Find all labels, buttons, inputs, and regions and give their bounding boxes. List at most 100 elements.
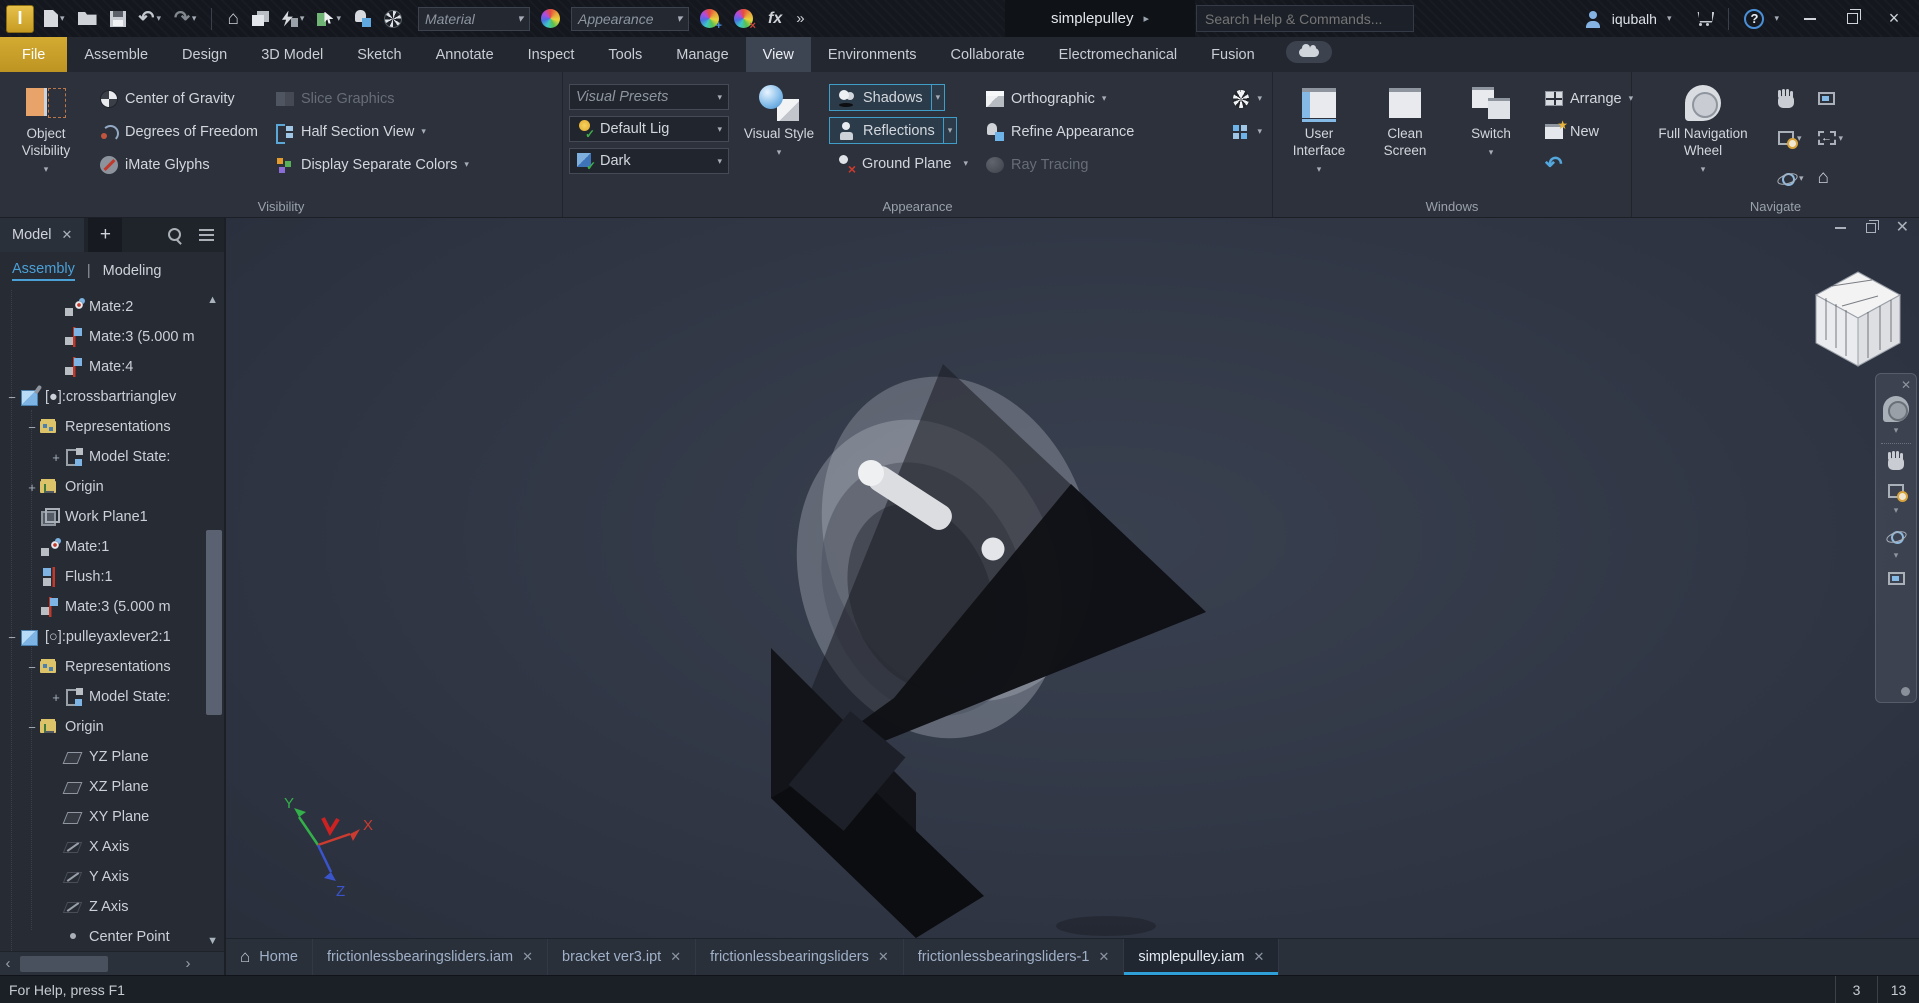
- add-panel-button[interactable]: +: [88, 218, 122, 252]
- menu-tab-tools[interactable]: Tools: [591, 37, 659, 72]
- doc-tab-simplepulley-iam[interactable]: simplepulley.iam✕: [1124, 939, 1279, 975]
- undo-view-icon-button[interactable]: ↶: [1541, 150, 1637, 179]
- zoom-window-icon[interactable]: [1888, 484, 1904, 498]
- pan-hand-icon[interactable]: [1888, 458, 1904, 470]
- model-panel-tab[interactable]: Model ✕: [0, 218, 84, 252]
- menu-tab-electromechanical[interactable]: Electromechanical: [1042, 37, 1194, 72]
- menu-tab-sketch[interactable]: Sketch: [340, 37, 418, 72]
- username-label[interactable]: iqubalh: [1612, 11, 1657, 27]
- cart-icon[interactable]: [1695, 12, 1713, 26]
- scrollbar-thumb[interactable]: [20, 956, 108, 972]
- visual-presets-dropdown[interactable]: Visual Presets ▾: [569, 84, 729, 110]
- tree-row-mate-2[interactable]: Mate:2: [0, 292, 224, 322]
- tree-expander[interactable]: −: [24, 420, 40, 435]
- close-icon[interactable]: ✕: [670, 949, 681, 965]
- tree-row-representations[interactable]: −Representations: [0, 652, 224, 682]
- tree-row-mate-4[interactable]: Mate:4: [0, 352, 224, 382]
- tree-row-origin[interactable]: +Origin: [0, 472, 224, 502]
- menu-tab-file[interactable]: File: [0, 37, 67, 72]
- scrollbar-thumb[interactable]: [206, 530, 222, 715]
- ground-plane-toggle-main[interactable]: Ground Plane: [829, 150, 959, 177]
- tree-row-y-axis[interactable]: Y Axis: [0, 862, 224, 892]
- ground-plane-toggle[interactable]: Ground Plane▾: [829, 150, 972, 177]
- navbar-close-icon[interactable]: ✕: [1901, 378, 1911, 392]
- shadows-toggle[interactable]: Shadows▾: [829, 84, 972, 111]
- clear-appearance-icon[interactable]: [734, 9, 753, 28]
- tree-row-yz-plane[interactable]: YZ Plane: [0, 742, 224, 772]
- menu-tab-collaborate[interactable]: Collaborate: [934, 37, 1042, 72]
- menu-tab-assemble[interactable]: Assemble: [67, 37, 165, 72]
- user-interface-button[interactable]: User Interface▾: [1279, 80, 1359, 195]
- new-button[interactable]: New: [1541, 117, 1637, 146]
- tree-row-model-state[interactable]: +Model State:: [0, 682, 224, 712]
- menu-tab-annotate[interactable]: Annotate: [419, 37, 511, 72]
- home-button[interactable]: ⌂: [224, 7, 241, 31]
- tree-vertical-scrollbar[interactable]: [204, 530, 222, 927]
- chevron-down-icon[interactable]: ▾: [1667, 13, 1672, 24]
- close-icon[interactable]: ✕: [62, 227, 73, 243]
- scroll-right-icon[interactable]: ›: [180, 955, 196, 972]
- refine-appearance-button[interactable]: Refine Appearance▾: [982, 117, 1266, 146]
- orthographic-button[interactable]: Orthographic▾▾: [982, 84, 1266, 113]
- doc-tab-bracket-ver3-ipt[interactable]: bracket ver3.ipt✕: [548, 939, 696, 975]
- search-icon[interactable]: [167, 227, 183, 243]
- full-navigation-wheel-button[interactable]: Full Navigation Wheel ▾: [1638, 80, 1768, 195]
- tree-row-origin[interactable]: −Origin: [0, 712, 224, 742]
- tree-row-model-state[interactable]: +Model State:: [0, 442, 224, 472]
- style-dropdown[interactable]: Dark ▾: [569, 148, 729, 174]
- app-logo-icon[interactable]: I: [6, 5, 34, 33]
- tree-expander[interactable]: +: [48, 450, 64, 465]
- model-canvas[interactable]: Y X Z: [226, 218, 1917, 938]
- tree-row-x-axis[interactable]: X Axis: [0, 832, 224, 862]
- tree-row-representations[interactable]: −Representations: [0, 412, 224, 442]
- cloud-button[interactable]: [1286, 41, 1332, 63]
- tree-row-xz-plane[interactable]: XZ Plane: [0, 772, 224, 802]
- select-button[interactable]: ▾: [314, 8, 344, 30]
- menu-tab-environments[interactable]: Environments: [811, 37, 934, 72]
- color-wheel-icon[interactable]: [541, 9, 560, 28]
- reflections-toggle-caret[interactable]: ▾: [944, 117, 958, 144]
- menu-tab-manage[interactable]: Manage: [659, 37, 745, 72]
- doc-close-icon[interactable]: ✕: [1896, 222, 1909, 234]
- chevron-down-icon[interactable]: ▾: [1774, 13, 1779, 24]
- tree-row-center-point[interactable]: Center Point: [0, 922, 224, 951]
- help-icon[interactable]: ?: [1744, 9, 1764, 29]
- switch-button[interactable]: Switch▾: [1451, 80, 1531, 195]
- tree-row-flush-1[interactable]: Flush:1: [0, 562, 224, 592]
- object-visibility-button[interactable]: Object Visibility ▾: [6, 80, 86, 195]
- view-cube[interactable]: [1816, 272, 1900, 366]
- doc-minimize-icon[interactable]: [1835, 227, 1846, 229]
- menu-tab-fusion[interactable]: Fusion: [1194, 37, 1272, 72]
- arrange-button[interactable]: Arrange▾: [1541, 84, 1637, 113]
- close-icon[interactable]: ✕: [1253, 949, 1264, 965]
- tree-row-xy-plane[interactable]: XY Plane: [0, 802, 224, 832]
- tree-row-work-plane1[interactable]: Work Plane1: [0, 502, 224, 532]
- tree-row-mate-1[interactable]: Mate:1: [0, 532, 224, 562]
- navigation-wheel-icon[interactable]: [1883, 396, 1909, 422]
- parameters-fx-icon[interactable]: fx: [764, 10, 786, 28]
- look-at-icon[interactable]: [1888, 572, 1905, 585]
- orbit-button[interactable]: ▾: [1778, 166, 1804, 190]
- doc-tab-frictionlessbearingsliders-iam[interactable]: frictionlessbearingsliders.iam✕: [313, 939, 548, 975]
- close-button[interactable]: ×: [1873, 0, 1915, 37]
- tree-expander[interactable]: +: [48, 690, 64, 705]
- shadows-toggle-main[interactable]: Shadows: [829, 84, 932, 111]
- lighting-dropdown[interactable]: Default Lig ▾: [569, 116, 729, 142]
- tree-expander[interactable]: −: [4, 390, 20, 405]
- menu-tab-view[interactable]: View: [746, 37, 811, 72]
- close-icon[interactable]: ✕: [522, 949, 533, 965]
- menu-tab-inspect[interactable]: Inspect: [511, 37, 592, 72]
- tree-row-mate-3-5-000-m[interactable]: Mate:3 (5.000 m: [0, 592, 224, 622]
- tree-expander[interactable]: −: [24, 660, 40, 675]
- tree-expander[interactable]: +: [24, 480, 40, 495]
- pan-button[interactable]: [1778, 87, 1804, 111]
- redo-button[interactable]: ↷▾: [171, 7, 199, 30]
- doc-tab-frictionlessbearingsliders[interactable]: frictionlessbearingsliders✕: [696, 939, 904, 975]
- save-button[interactable]: [107, 8, 129, 30]
- close-icon[interactable]: ✕: [1098, 949, 1109, 965]
- tree-expander[interactable]: −: [24, 720, 40, 735]
- scroll-left-icon[interactable]: ‹: [0, 955, 16, 972]
- menu-tab-3d-model[interactable]: 3D Model: [244, 37, 340, 72]
- chevron-down-icon[interactable]: ▾: [1894, 425, 1899, 436]
- shadows-toggle-caret[interactable]: ▾: [932, 84, 946, 111]
